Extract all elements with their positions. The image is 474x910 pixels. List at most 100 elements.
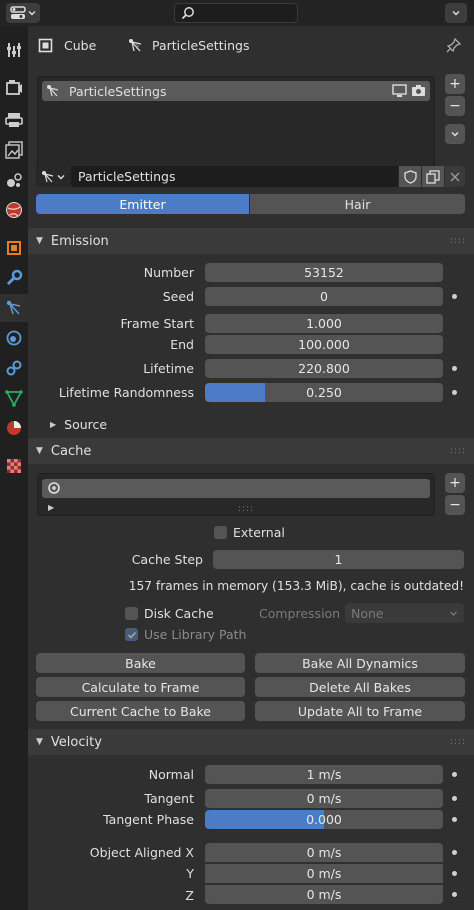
lifetime-randomness-fill bbox=[205, 383, 265, 402]
velocity-panel-header[interactable]: ▼ Velocity :::: bbox=[28, 729, 474, 755]
add-slot-button[interactable]: + bbox=[445, 74, 465, 94]
tab-particles[interactable] bbox=[0, 294, 28, 322]
object-icon bbox=[7, 241, 21, 255]
seed-keyframe-dot[interactable] bbox=[452, 294, 457, 299]
pin-icon[interactable] bbox=[446, 37, 462, 53]
duplicate-datablock-button[interactable] bbox=[422, 166, 444, 187]
remove-slot-button[interactable]: − bbox=[445, 96, 465, 116]
particles-icon bbox=[129, 39, 142, 52]
cache-step-field[interactable]: 1 bbox=[213, 550, 464, 569]
tab-tool[interactable] bbox=[0, 36, 28, 64]
list-resize-grip[interactable]: :::: bbox=[238, 504, 254, 514]
list-item[interactable]: ParticleSettings bbox=[42, 81, 430, 101]
tab-physics[interactable] bbox=[0, 324, 28, 352]
number-value: 53152 bbox=[304, 265, 344, 280]
panel-drag-grip[interactable]: :::: bbox=[450, 446, 466, 456]
source-subpanel-header[interactable]: ▶ Source bbox=[50, 417, 107, 432]
emission-panel-header[interactable]: ▼ Emission :::: bbox=[28, 228, 474, 254]
monitor-icon[interactable] bbox=[392, 84, 407, 98]
texture-icon bbox=[7, 459, 21, 473]
header-options-dropdown[interactable] bbox=[445, 3, 467, 23]
lifetime-keyframe-dot[interactable] bbox=[452, 366, 457, 371]
object-aligned-z-keyframe-dot[interactable] bbox=[452, 892, 457, 897]
panel-expand-arrow: ▼ bbox=[36, 737, 43, 747]
cache-panel-header[interactable]: ▼ Cache :::: bbox=[28, 438, 474, 464]
current-cache-to-bake-button[interactable]: Current Cache to Bake bbox=[36, 701, 245, 721]
shield-icon bbox=[403, 169, 417, 184]
object-aligned-y-label: Y bbox=[186, 866, 194, 881]
compression-dropdown[interactable]: None bbox=[345, 603, 464, 623]
normal-keyframe-dot[interactable] bbox=[452, 772, 457, 777]
frame-start-value: 1.000 bbox=[306, 316, 342, 331]
panel-drag-grip[interactable]: :::: bbox=[450, 737, 466, 747]
list-item[interactable] bbox=[42, 479, 430, 498]
tab-scene[interactable] bbox=[0, 166, 28, 194]
type-hair-button[interactable]: Hair bbox=[250, 194, 465, 214]
subpanel-expand-arrow: ▶ bbox=[50, 420, 57, 429]
datablock-browse-button[interactable] bbox=[36, 166, 70, 187]
scene-icon bbox=[7, 173, 22, 187]
tab-modifiers[interactable] bbox=[0, 264, 28, 292]
end-value: 100.000 bbox=[298, 337, 350, 352]
seed-field[interactable]: 0 bbox=[205, 287, 443, 306]
tab-texture[interactable] bbox=[0, 452, 28, 480]
delete-all-bakes-button[interactable]: Delete All Bakes bbox=[255, 677, 465, 697]
tangent-phase-slider[interactable]: 0.000 bbox=[205, 810, 443, 829]
bake-all-dynamics-button[interactable]: Bake All Dynamics bbox=[255, 653, 465, 673]
tangent-field[interactable]: 0 m/s bbox=[205, 789, 443, 808]
object-aligned-y-keyframe-dot[interactable] bbox=[452, 871, 457, 876]
update-all-to-frame-button[interactable]: Update All to Frame bbox=[255, 701, 465, 721]
datablock-name-field[interactable]: ParticleSettings bbox=[71, 166, 398, 187]
properties-tabs-sidebar bbox=[0, 26, 28, 910]
breadcrumb-object: Cube bbox=[64, 38, 97, 53]
frame-start-label: Frame Start bbox=[120, 316, 194, 331]
lifetime-randomness-slider[interactable]: 0.250 bbox=[205, 383, 443, 402]
point-cache-list[interactable]: ▶ :::: bbox=[37, 473, 435, 516]
remove-cache-button[interactable]: − bbox=[445, 495, 465, 515]
add-cache-button[interactable]: + bbox=[445, 473, 465, 493]
lifetime-field[interactable]: 220.800 bbox=[205, 359, 443, 378]
tab-output[interactable] bbox=[0, 106, 28, 134]
calculate-to-frame-button[interactable]: Calculate to Frame bbox=[36, 677, 245, 697]
external-checkbox[interactable] bbox=[214, 526, 227, 539]
camera-icon[interactable] bbox=[411, 83, 426, 98]
frame-start-field[interactable]: 1.000 bbox=[205, 314, 443, 333]
panel-drag-grip[interactable]: :::: bbox=[450, 236, 466, 246]
chevron-down-icon bbox=[451, 131, 459, 137]
tab-object[interactable] bbox=[0, 234, 28, 262]
tab-material[interactable] bbox=[0, 414, 28, 442]
search-input[interactable] bbox=[174, 3, 298, 23]
number-field[interactable]: 53152 bbox=[205, 263, 443, 282]
tangent-keyframe-dot[interactable] bbox=[452, 796, 457, 801]
tab-constraints[interactable] bbox=[0, 354, 28, 382]
bake-button[interactable]: Bake bbox=[36, 653, 245, 673]
lifetime-label: Lifetime bbox=[143, 361, 194, 376]
lifetime-randomness-label: Lifetime Randomness bbox=[58, 385, 194, 400]
close-icon bbox=[450, 172, 460, 181]
end-field[interactable]: 100.000 bbox=[205, 335, 443, 354]
disk-cache-checkbox[interactable] bbox=[125, 607, 138, 620]
tab-view-layer[interactable] bbox=[0, 136, 28, 164]
lifetime-randomness-keyframe-dot[interactable] bbox=[452, 390, 457, 395]
object-aligned-z-field[interactable]: 0 m/s bbox=[205, 885, 443, 904]
fake-user-button[interactable] bbox=[399, 166, 421, 187]
tangent-phase-keyframe-dot[interactable] bbox=[452, 817, 457, 822]
disk-cache-label: Disk Cache bbox=[144, 606, 214, 621]
list-expand-arrow[interactable]: ▶ bbox=[48, 503, 54, 512]
editor-type-selector[interactable] bbox=[6, 3, 40, 23]
tab-render[interactable] bbox=[0, 74, 28, 102]
type-emitter-button[interactable]: Emitter bbox=[36, 194, 249, 214]
search-icon bbox=[181, 7, 194, 20]
object-aligned-y-field[interactable]: 0 m/s bbox=[205, 864, 443, 883]
tab-world[interactable] bbox=[0, 196, 28, 224]
normal-field[interactable]: 1 m/s bbox=[205, 765, 443, 784]
tab-object-data[interactable] bbox=[0, 384, 28, 412]
unlink-datablock-button[interactable] bbox=[445, 166, 465, 187]
object-aligned-x-keyframe-dot[interactable] bbox=[452, 850, 457, 855]
use-library-path-checkbox[interactable] bbox=[125, 628, 138, 641]
slot-specials-button[interactable] bbox=[445, 124, 465, 144]
object-aligned-x-field[interactable]: 0 m/s bbox=[205, 843, 443, 862]
object-aligned-z-value: 0 m/s bbox=[306, 887, 342, 902]
cache-icon bbox=[48, 482, 60, 494]
normal-label: Normal bbox=[148, 767, 194, 782]
